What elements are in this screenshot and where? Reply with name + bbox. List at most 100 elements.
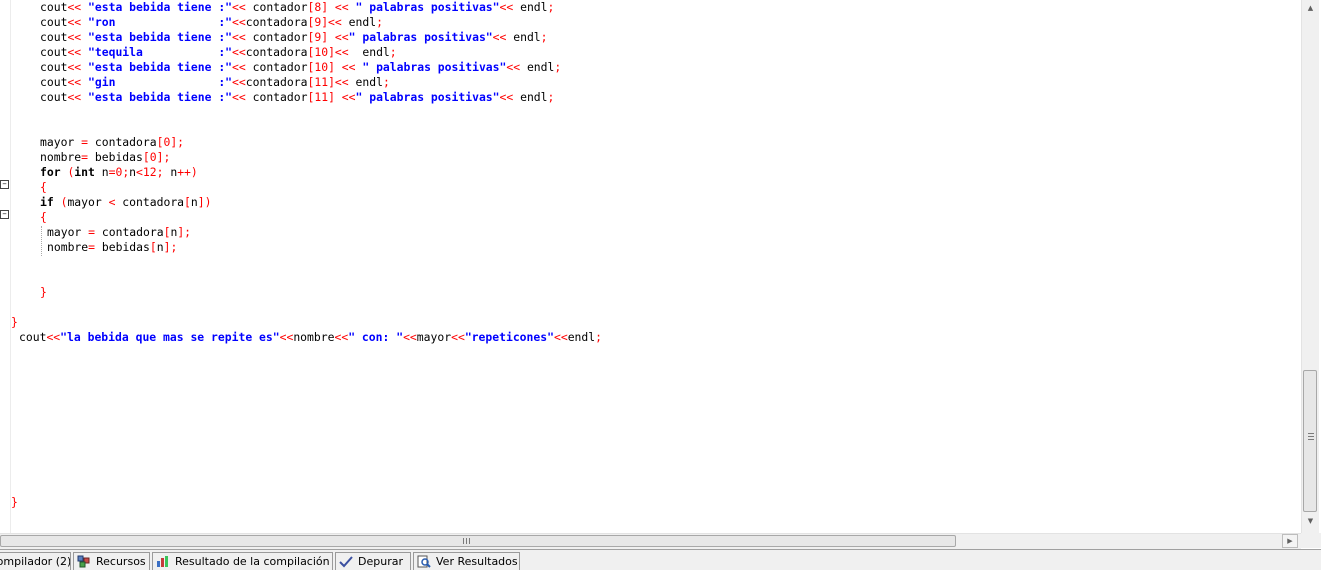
code-token: "esta bebida tiene :"	[88, 60, 233, 74]
tab-compilador[interactable]: Compilador (2)	[0, 552, 71, 570]
code-token: <<	[341, 90, 356, 104]
vertical-scroll-thumb[interactable]	[1303, 370, 1317, 512]
code-token: " palabras positivas"	[355, 0, 500, 14]
code-line[interactable]: cout<<"la bebida que mas se repite es"<<…	[19, 330, 602, 345]
code-line[interactable]: for (int n=0;n<12; n++)	[40, 165, 198, 180]
scroll-up-icon[interactable]: ▲	[1302, 0, 1319, 17]
code-token: <<	[232, 30, 246, 44]
code-token: contador	[245, 30, 308, 44]
code-token: <<	[67, 0, 82, 14]
code-token: ])	[197, 195, 212, 209]
code-line[interactable]: nombre= bebidas[0];	[40, 150, 170, 165]
code-editor[interactable]: − − cout<< "esta bebida tiene :"<< conta…	[0, 0, 1301, 533]
find-results-icon	[417, 555, 431, 568]
debug-icon	[339, 555, 353, 568]
code-token: 10	[314, 45, 329, 59]
code-line[interactable]: nombre= bebidas[n];	[47, 240, 177, 255]
code-line[interactable]: }	[11, 495, 18, 510]
code-token: n	[129, 165, 137, 179]
code-token: int	[74, 165, 95, 179]
horizontal-scroll-thumb[interactable]	[0, 535, 956, 547]
code-line[interactable]: if (mayor < contadora[n])	[40, 195, 211, 210]
vertical-scrollbar[interactable]: ▲ ▼	[1301, 0, 1319, 533]
tab-resultado-compilacion[interactable]: Resultado de la compilación	[152, 552, 333, 570]
code-token: <<	[334, 30, 349, 44]
code-line[interactable]: mayor = contadora[0];	[40, 135, 184, 150]
code-token: <<	[506, 60, 521, 74]
code-token: <<	[67, 90, 82, 104]
code-token: 12	[142, 165, 157, 179]
code-token: ;	[554, 60, 562, 74]
code-line[interactable]: cout<< "tequila :"<<contadora[10]<< endl…	[40, 45, 397, 60]
tab-recursos[interactable]: Recursos	[73, 552, 150, 570]
code-token: <<	[232, 90, 246, 104]
code-token: nombre	[293, 330, 335, 344]
code-line[interactable]: }	[40, 285, 47, 300]
code-token: <<	[232, 0, 246, 14]
code-token: contadora	[115, 195, 185, 209]
code-line[interactable]: }	[11, 315, 18, 330]
code-token: }	[11, 315, 18, 329]
fold-toggle-if[interactable]: −	[0, 210, 9, 219]
code-token: <<	[232, 60, 246, 74]
code-token: cout	[40, 60, 68, 74]
code-line[interactable]: cout<< "esta bebida tiene :"<< contador[…	[40, 30, 548, 45]
code-token: ;	[540, 30, 548, 44]
code-token: endl	[520, 60, 555, 74]
code-token: n	[190, 195, 198, 209]
code-line[interactable]: cout<< "gin :"<<contadora[11]<< endl;	[40, 75, 390, 90]
code-token: [	[149, 240, 157, 254]
code-token: cout	[40, 15, 68, 29]
code-token: ;	[389, 45, 397, 59]
code-token: cout	[40, 75, 68, 89]
code-token: cout	[40, 0, 68, 14]
code-token: ]	[328, 60, 335, 74]
code-token: =	[81, 150, 89, 164]
code-token: cout	[40, 90, 68, 104]
code-token: ++)	[177, 165, 198, 179]
code-token: n	[94, 165, 109, 179]
tab-label: Ver Resultados	[436, 555, 518, 568]
code-token: 11	[314, 90, 329, 104]
code-line[interactable]: mayor = contadora[n];	[47, 225, 191, 240]
tab-label: Recursos	[96, 555, 146, 568]
code-token: contadora	[245, 45, 308, 59]
fold-toggle-for[interactable]: −	[0, 180, 9, 189]
code-token: ]<<	[328, 45, 349, 59]
code-token: <<	[499, 0, 514, 14]
code-token: for	[40, 165, 61, 179]
scroll-down-icon[interactable]: ▼	[1302, 513, 1319, 530]
code-token: <<	[451, 330, 465, 344]
code-token: ;	[547, 0, 555, 14]
code-token: <<	[232, 45, 246, 59]
code-token: <<	[334, 0, 349, 14]
code-token: }	[11, 495, 18, 509]
horizontal-scrollbar[interactable]: ▶	[0, 533, 1301, 549]
scroll-right-icon[interactable]: ▶	[1282, 534, 1298, 548]
code-line[interactable]: cout<< "ron :"<<contadora[9]<< endl;	[40, 15, 383, 30]
code-token: ;	[547, 90, 555, 104]
code-token: <<	[499, 90, 514, 104]
code-line[interactable]: cout<< "esta bebida tiene :"<< contador[…	[40, 0, 554, 15]
code-token: <<	[67, 75, 82, 89]
code-token: <<	[67, 60, 82, 74]
code-token: " palabras positivas"	[355, 90, 500, 104]
code-token: "ron :"	[88, 15, 233, 29]
code-token: "esta bebida tiene :"	[88, 90, 233, 104]
resources-icon	[77, 555, 91, 568]
code-line[interactable]: {	[40, 210, 47, 225]
code-token: ]	[328, 90, 335, 104]
tab-depurar[interactable]: Depurar	[335, 552, 411, 570]
code-line[interactable]: cout<< "esta bebida tiene :"<< contador[…	[40, 90, 554, 105]
code-line[interactable]: cout<< "esta bebida tiene :"<< contador[…	[40, 60, 561, 75]
code-token: <<	[341, 60, 356, 74]
code-line[interactable]: {	[40, 180, 47, 195]
compile-log-icon	[156, 555, 170, 568]
tab-ver-resultados[interactable]: Ver Resultados	[413, 552, 520, 570]
